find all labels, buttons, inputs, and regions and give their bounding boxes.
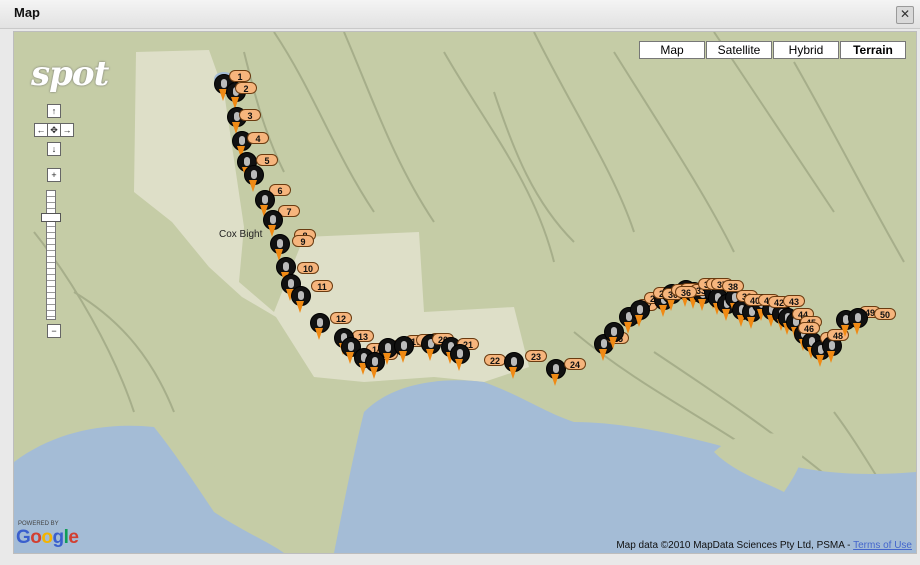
track-marker-label[interactable]: 10 (297, 262, 319, 274)
terrain-layer (14, 32, 916, 553)
window-titlebar: Map ✕ (0, 0, 920, 29)
window-title: Map (14, 5, 40, 20)
track-marker-label[interactable]: 36 (675, 286, 697, 298)
marker-tail-icon (296, 301, 304, 313)
pan-up-icon[interactable]: ↑ (47, 104, 61, 118)
attribution-text: Map data ©2010 MapData Sciences Pty Ltd,… (616, 540, 851, 551)
marker-tail-icon (635, 315, 643, 327)
marker-tail-icon (370, 367, 378, 379)
marker-tail-icon (827, 351, 835, 363)
zoom-in-button[interactable]: + (47, 168, 61, 182)
map-type-satellite-button[interactable]: Satellite (706, 41, 772, 59)
pan-right-icon[interactable]: → (60, 123, 74, 137)
track-marker-label[interactable]: 1 (229, 70, 251, 82)
track-marker-label[interactable]: 22 (484, 354, 506, 366)
marker-tail-icon (315, 328, 323, 340)
zoom-slider-thumb[interactable] (41, 213, 61, 222)
track-marker-pin[interactable] (310, 313, 330, 343)
zoom-slider-track[interactable] (46, 190, 56, 320)
place-label: Cox Bight (219, 229, 263, 240)
marker-tail-icon (399, 351, 407, 363)
track-marker-label[interactable]: 24 (564, 358, 586, 370)
marker-tail-icon (346, 352, 354, 364)
track-marker-pin[interactable] (450, 344, 470, 374)
terms-of-use-link[interactable]: Terms of Use (853, 540, 912, 551)
track-marker-label[interactable]: 50 (874, 308, 896, 320)
track-marker-label[interactable]: 46 (798, 322, 820, 334)
track-marker-label[interactable]: 43 (783, 295, 805, 307)
marker-tail-icon (551, 374, 559, 386)
map-navigation-control: ↑ ← ✥ → ↓ + − (34, 104, 90, 364)
track-marker-pin[interactable] (291, 286, 311, 316)
map-type-hybrid-button[interactable]: Hybrid (773, 41, 839, 59)
spot-logo: spot (29, 46, 124, 98)
track-marker-label[interactable]: 9 (292, 235, 314, 247)
map-attribution: Map data ©2010 MapData Sciences Pty Ltd,… (616, 540, 912, 551)
track-marker-label[interactable]: 2 (235, 82, 257, 94)
track-marker-label[interactable]: 4 (247, 132, 269, 144)
track-marker-label[interactable]: 3 (239, 109, 261, 121)
map-type-terrain-button[interactable]: Terrain (840, 41, 906, 59)
close-icon[interactable]: ✕ (896, 6, 914, 24)
map-type-control: Map Satellite Hybrid Terrain (639, 41, 906, 59)
map-type-map-button[interactable]: Map (639, 41, 705, 59)
recenter-icon[interactable]: ✥ (47, 123, 61, 137)
map-canvas[interactable]: Map Satellite Hybrid Terrain spot ↑ ← ✥ … (13, 31, 917, 554)
track-marker-pin[interactable] (546, 359, 566, 389)
track-marker-label[interactable]: 23 (525, 350, 547, 362)
marker-tail-icon (609, 337, 617, 349)
marker-tail-icon (426, 349, 434, 361)
google-wordmark: Google (16, 527, 79, 548)
track-marker-pin[interactable] (848, 308, 868, 338)
marker-tail-icon (853, 323, 861, 335)
track-marker-pin[interactable] (630, 300, 650, 330)
track-marker-pin[interactable] (394, 336, 414, 366)
track-marker-label[interactable]: 11 (311, 280, 333, 292)
marker-tail-icon (509, 367, 517, 379)
track-marker-label[interactable]: 12 (330, 312, 352, 324)
marker-tail-icon (383, 353, 391, 365)
pan-down-icon[interactable]: ↓ (47, 142, 61, 156)
pan-left-icon[interactable]: ← (34, 123, 48, 137)
google-logo[interactable]: POWERED BY Google (16, 521, 79, 549)
track-marker-pin[interactable] (504, 352, 524, 382)
spot-logo-text: spot (31, 54, 109, 94)
marker-tail-icon (455, 359, 463, 371)
zoom-out-button[interactable]: − (47, 324, 61, 338)
